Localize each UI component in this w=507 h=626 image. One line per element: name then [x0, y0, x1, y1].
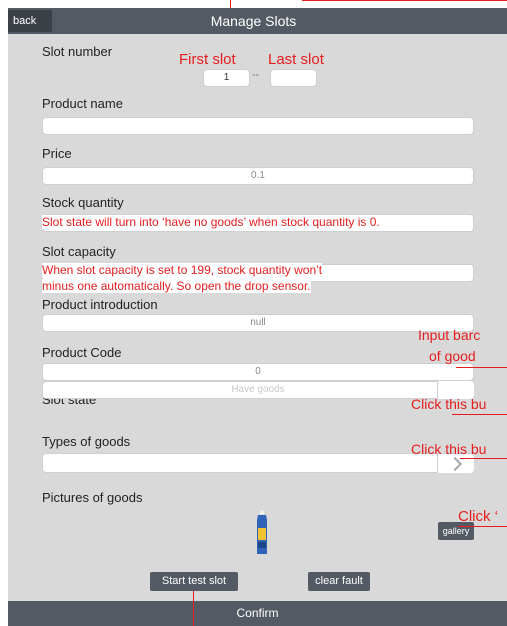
product-code-label: Product Code: [42, 345, 122, 360]
click-types-underline: [460, 458, 507, 459]
slot-range-separator: --: [252, 69, 260, 81]
page-title: Manage Slots: [210, 13, 297, 29]
barcode-annotation-line-1: Input barc: [418, 327, 481, 343]
slot-state-select[interactable]: Have goods: [42, 381, 474, 399]
barcode-underline: [456, 367, 507, 368]
annotation-pointer-bottom: [193, 591, 194, 626]
click-state-underline: [452, 414, 507, 415]
product-bottle-image: [257, 510, 267, 554]
last-slot-annotation: Last slot: [268, 51, 324, 68]
clear-fault-button[interactable]: clear fault: [308, 572, 370, 591]
annotation-line-top: [302, 0, 507, 1]
slot-capacity-annotation-line-1: When slot capacity is set to 199, stock …: [42, 263, 323, 277]
click-gallery-annotation: Click ‘: [458, 508, 498, 525]
types-of-goods-select[interactable]: [42, 453, 474, 473]
stock-quantity-annotation: Slot state will turn into ‘have no goods…: [42, 215, 380, 229]
first-slot-input[interactable]: 1: [203, 69, 250, 87]
slot-capacity-annotation-line-2: minus one automatically. So open the dro…: [42, 279, 311, 293]
click-gallery-underline: [458, 526, 507, 527]
barcode-annotation-line-2: of good: [429, 348, 476, 364]
product-introduction-label: Product introduction: [42, 297, 158, 312]
confirm-button[interactable]: Confirm: [8, 601, 507, 626]
start-test-slot-button[interactable]: Start test slot: [150, 572, 238, 591]
slot-number-label: Slot number: [42, 44, 113, 59]
price-input[interactable]: 0.1: [42, 167, 474, 185]
last-slot-input[interactable]: [270, 69, 317, 87]
types-of-goods-label: Types of goods: [42, 434, 131, 449]
stock-quantity-label: Stock quantity: [42, 195, 124, 210]
click-types-annotation: Click this bu: [411, 441, 487, 457]
slot-capacity-label: Slot capacity: [42, 244, 116, 259]
annotation-pointer-top: [230, 0, 231, 8]
product-name-input[interactable]: [42, 117, 474, 135]
product-introduction-input[interactable]: null: [42, 314, 474, 332]
product-name-label: Product name: [42, 96, 123, 111]
app-window: back Manage Slots Slot number First slot…: [0, 0, 507, 626]
pictures-of-goods-label: Pictures of goods: [42, 490, 143, 505]
product-code-input[interactable]: 0: [42, 363, 474, 381]
click-state-annotation: Click this bu: [411, 396, 487, 412]
first-slot-annotation: First slot: [179, 51, 236, 68]
price-label: Price: [42, 146, 72, 161]
